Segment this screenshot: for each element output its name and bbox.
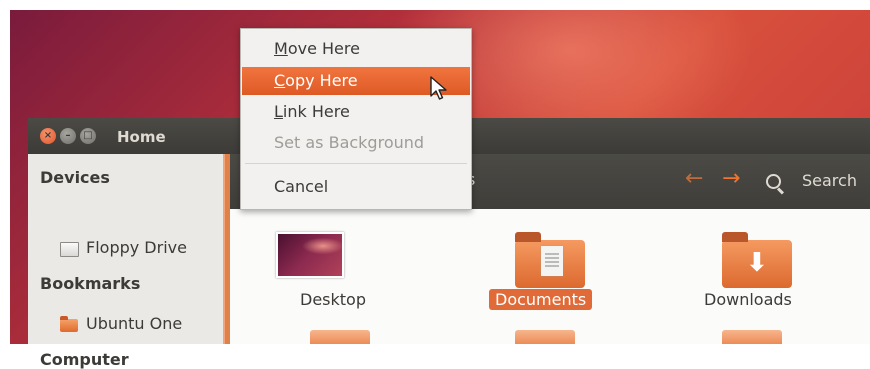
window-title: Home: [117, 128, 166, 146]
document-page-icon: [541, 246, 563, 276]
folder-icon-partial[interactable]: [722, 330, 782, 344]
close-icon: ×: [43, 130, 53, 141]
menu-mnemonic: M: [274, 39, 288, 58]
search-button-label[interactable]: Search: [802, 171, 857, 190]
sidebar-header-devices: Devices: [40, 168, 110, 187]
search-icon[interactable]: [766, 174, 781, 189]
desktop-folder-thumbnail-icon[interactable]: [276, 232, 344, 278]
file-label-desktop[interactable]: Desktop: [300, 290, 366, 309]
places-sidebar: Devices Floppy Drive Bookmarks Ubuntu On…: [28, 154, 223, 369]
sidebar-header-bookmarks: Bookmarks: [40, 274, 141, 293]
menu-mnemonic: L: [274, 102, 283, 121]
menu-label: opy Here: [285, 71, 358, 90]
drop-context-menu: Move Here Copy Here Link Here Set as Bac…: [240, 28, 472, 210]
download-arrow-icon: ⬇: [746, 248, 768, 278]
minimize-button[interactable]: –: [60, 128, 76, 144]
sidebar-header-computer: Computer: [40, 350, 129, 369]
file-label-downloads[interactable]: Downloads: [704, 290, 792, 309]
downloads-folder-icon[interactable]: ⬇: [722, 232, 792, 288]
menu-label: ove Here: [287, 39, 360, 58]
menu-separator: [245, 163, 467, 164]
back-arrow-icon[interactable]: ←: [685, 168, 703, 190]
sidebar-resize-handle[interactable]: [223, 154, 230, 344]
folder-icon-partial[interactable]: [310, 330, 370, 344]
sidebar-item-floppy-drive[interactable]: Floppy Drive: [86, 238, 187, 257]
menu-item-set-as-background: Set as Background: [274, 133, 425, 152]
menu-item-move-here[interactable]: Move Here: [242, 35, 470, 63]
maximize-icon: □: [83, 130, 93, 141]
forward-arrow-icon[interactable]: →: [722, 168, 740, 190]
close-button[interactable]: ×: [40, 128, 56, 144]
sidebar-item-ubuntu-one[interactable]: Ubuntu One: [86, 314, 182, 333]
menu-label: ink Here: [282, 102, 350, 121]
menu-mnemonic: C: [274, 71, 286, 90]
folder-icon-partial[interactable]: [515, 330, 575, 344]
mouse-pointer-icon: [430, 76, 447, 100]
maximize-button[interactable]: □: [80, 128, 96, 144]
ubuntu-one-folder-icon: [60, 316, 78, 332]
menu-item-cancel[interactable]: Cancel: [242, 173, 470, 201]
documents-folder-icon[interactable]: [515, 232, 585, 288]
menu-item-link-here[interactable]: Link Here: [242, 98, 470, 126]
file-label-documents[interactable]: Documents: [489, 289, 593, 310]
floppy-drive-icon: [60, 242, 79, 257]
minimize-icon: –: [65, 130, 71, 141]
